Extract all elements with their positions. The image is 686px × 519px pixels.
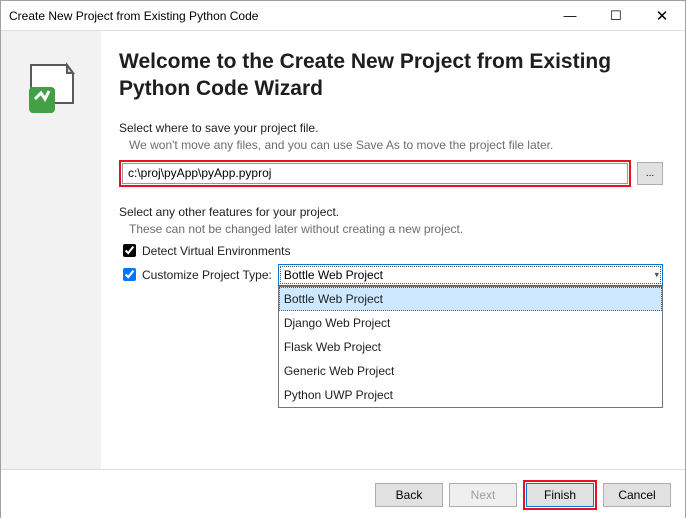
dropdown-option[interactable]: Python UWP Project — [279, 383, 662, 407]
window-controls: — ☐ ✕ — [547, 1, 685, 31]
features-label: Select any other features for your proje… — [119, 205, 663, 219]
wizard-footer: Back Next Finish Cancel — [1, 469, 685, 519]
dropdown-option[interactable]: Django Web Project — [279, 311, 662, 335]
browse-button[interactable]: ... — [637, 162, 663, 185]
project-type-selected: Bottle Web Project — [284, 268, 383, 282]
next-button: Next — [449, 483, 517, 507]
back-button[interactable]: Back — [375, 483, 443, 507]
finish-button[interactable]: Finish — [526, 483, 594, 507]
wizard-main: Welcome to the Create New Project from E… — [101, 31, 685, 469]
wizard-heading: Welcome to the Create New Project from E… — [119, 49, 663, 103]
finish-highlight: Finish — [523, 480, 597, 510]
dropdown-option[interactable]: Generic Web Project — [279, 359, 662, 383]
customize-type-label[interactable]: Customize Project Type: — [142, 268, 272, 282]
features-help: These can not be changed later without c… — [119, 222, 663, 236]
dropdown-option[interactable]: Bottle Web Project — [279, 287, 662, 311]
project-type-dropdown: Bottle Web Project Django Web Project Fl… — [278, 286, 663, 408]
dropdown-option[interactable]: Flask Web Project — [279, 335, 662, 359]
maximize-button[interactable]: ☐ — [593, 1, 639, 31]
window-title: Create New Project from Existing Python … — [9, 9, 547, 23]
detect-venv-label[interactable]: Detect Virtual Environments — [142, 244, 291, 258]
save-location-help: We won't move any files, and you can use… — [119, 138, 663, 152]
close-button[interactable]: ✕ — [639, 1, 685, 31]
detect-venv-checkbox[interactable] — [123, 244, 136, 257]
project-path-input[interactable] — [122, 163, 628, 184]
titlebar: Create New Project from Existing Python … — [1, 1, 685, 31]
path-highlight — [119, 160, 631, 187]
cancel-button[interactable]: Cancel — [603, 483, 671, 507]
python-project-icon — [23, 59, 79, 118]
save-location-label: Select where to save your project file. — [119, 121, 663, 135]
project-type-combobox[interactable]: Bottle Web Project ▾ — [278, 264, 663, 286]
wizard-sidebar — [1, 31, 101, 469]
customize-type-checkbox[interactable] — [123, 268, 136, 281]
minimize-button[interactable]: — — [547, 1, 593, 31]
chevron-down-icon: ▾ — [654, 269, 659, 280]
